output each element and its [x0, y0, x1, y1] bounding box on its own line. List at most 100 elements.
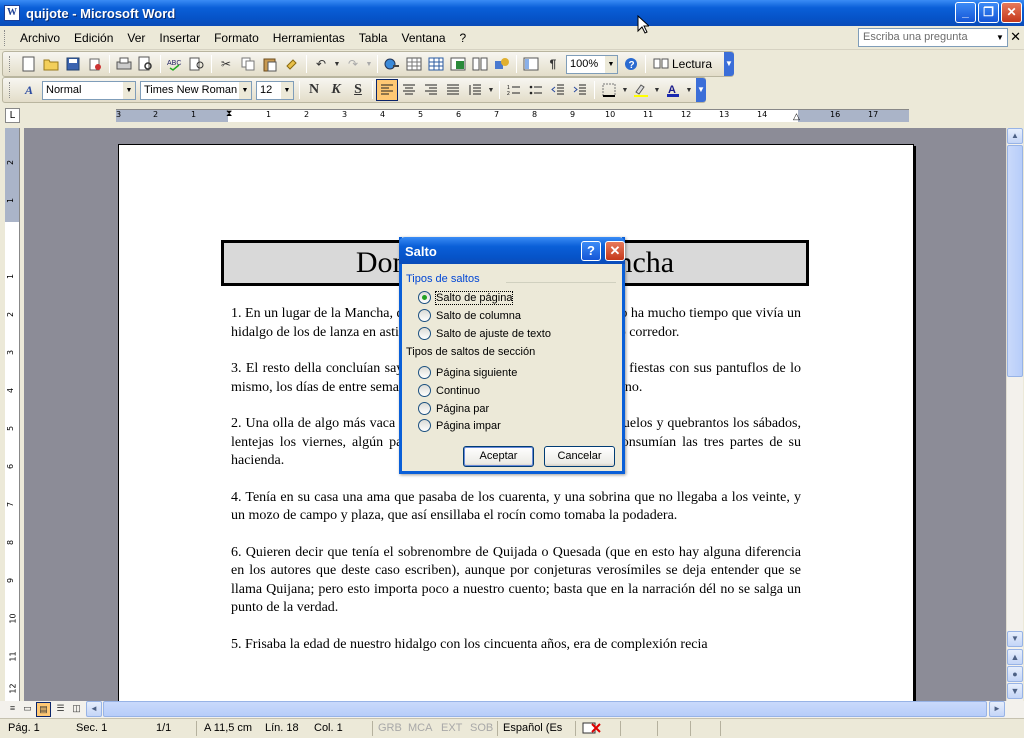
ok-button[interactable]: Aceptar	[463, 446, 534, 467]
radio-text-wrap-break-circle[interactable]	[418, 327, 431, 340]
paragraph-5[interactable]: 5. Frisaba la edad de nuestro hidalgo co…	[231, 636, 801, 655]
outline-view-icon[interactable]: ☰	[53, 702, 68, 717]
toolbar-grip[interactable]	[9, 82, 12, 98]
scroll-left-icon[interactable]: ◄	[86, 701, 102, 717]
close-document-button[interactable]: ✕	[1010, 29, 1021, 45]
save-icon[interactable]	[62, 53, 84, 75]
first-line-indent-marker[interactable]: ⧗	[226, 108, 232, 119]
insert-excel-icon[interactable]	[447, 53, 469, 75]
status-extend[interactable]: EXT	[441, 722, 462, 734]
show-hide-icon[interactable]: ¶	[542, 53, 564, 75]
maximize-button[interactable]: ❐	[978, 2, 999, 23]
zoom-dropdown-icon[interactable]: ▼	[605, 55, 617, 73]
ask-question-input[interactable]: Escriba una pregunta ▼	[858, 28, 1008, 47]
reading-view-icon[interactable]: ◫	[69, 702, 84, 717]
menu-tabla[interactable]: Tabla	[352, 29, 395, 47]
menu-ventana[interactable]: Ventana	[394, 29, 452, 47]
open-folder-icon[interactable]	[40, 53, 62, 75]
insert-table-icon[interactable]	[425, 53, 447, 75]
minimize-button[interactable]: _	[955, 2, 976, 23]
radio-even-page[interactable]: Página par	[418, 402, 489, 415]
menu-grip[interactable]	[4, 29, 7, 46]
underline-button[interactable]: S	[347, 79, 369, 101]
dialog-close-button[interactable]: ✕	[605, 241, 625, 261]
insert-hyperlink-icon[interactable]	[381, 53, 403, 75]
dialog-help-button[interactable]: ?	[581, 241, 601, 261]
status-language[interactable]: Español (Es	[503, 722, 562, 734]
radio-next-page-circle[interactable]	[418, 366, 431, 379]
horizontal-ruler[interactable]: 3 2 1 1 2 3 4 5 6 7 8 9 10 11 12 13 14 1…	[116, 108, 909, 122]
increase-indent-icon[interactable]	[569, 79, 591, 101]
font-dropdown-icon[interactable]: ▼	[239, 81, 251, 99]
numbering-icon[interactable]: 12	[503, 79, 525, 101]
redo-icon[interactable]: ↷	[342, 53, 364, 75]
radio-even-page-circle[interactable]	[418, 402, 431, 415]
menu-formato[interactable]: Formato	[207, 29, 266, 47]
zoom-select[interactable]: 100% ▼	[566, 54, 618, 74]
radio-continuous[interactable]: Continuo	[418, 384, 480, 397]
cut-icon[interactable]: ✂	[215, 53, 237, 75]
highlight-dropdown-icon[interactable]: ▼	[652, 79, 662, 101]
align-center-icon[interactable]	[398, 79, 420, 101]
radio-odd-page-circle[interactable]	[418, 419, 431, 432]
decrease-indent-icon[interactable]	[547, 79, 569, 101]
print-preview-icon[interactable]	[135, 53, 157, 75]
font-color-icon[interactable]: A	[662, 79, 684, 101]
paragraph-4[interactable]: 4. Tenía en su casa una ama que pasaba d…	[231, 489, 801, 526]
spelling-status-icon[interactable]	[582, 721, 602, 738]
justify-icon[interactable]	[442, 79, 464, 101]
radio-column-break-circle[interactable]	[418, 309, 431, 322]
scroll-down-icon[interactable]: ▼	[1007, 631, 1023, 647]
tables-borders-icon[interactable]	[403, 53, 425, 75]
undo-dropdown-icon[interactable]: ▼	[332, 53, 342, 75]
new-document-icon[interactable]	[18, 53, 40, 75]
format-painter-icon[interactable]	[281, 53, 303, 75]
cancel-button[interactable]: Cancelar	[544, 446, 615, 467]
dialog-title-bar[interactable]: Salto ? ✕	[399, 237, 625, 264]
right-indent-marker[interactable]: △	[793, 111, 800, 122]
normal-view-icon[interactable]: ≡	[5, 702, 20, 717]
status-overtype[interactable]: SOB	[470, 722, 493, 734]
styles-formatting-icon[interactable]: A	[18, 79, 40, 101]
italic-button[interactable]: K	[325, 79, 347, 101]
line-spacing-icon[interactable]	[464, 79, 486, 101]
previous-page-icon[interactable]: ▲	[1007, 649, 1023, 665]
style-dropdown-icon[interactable]: ▼	[123, 81, 135, 99]
borders-dropdown-icon[interactable]: ▼	[620, 79, 630, 101]
help-icon[interactable]: ?	[620, 53, 642, 75]
toolbar-options-icon[interactable]: ▼	[724, 52, 734, 76]
toolbar-options-icon[interactable]: ▼	[696, 78, 706, 102]
style-select[interactable]: Normal ▼	[42, 80, 136, 100]
font-size-dropdown-icon[interactable]: ▼	[281, 81, 293, 99]
paste-icon[interactable]	[259, 53, 281, 75]
redo-dropdown-icon[interactable]: ▼	[364, 53, 374, 75]
print-layout-icon[interactable]: ▤	[36, 702, 51, 717]
web-layout-icon[interactable]: ▭	[20, 702, 35, 717]
vertical-scroll-thumb[interactable]	[1007, 145, 1023, 377]
vertical-ruler[interactable]: 2 1 1 2 3 4 5 6 7 8 9 10 11 12	[5, 128, 20, 701]
next-page-icon[interactable]: ▼	[1007, 683, 1023, 699]
font-select[interactable]: Times New Roman ▼	[140, 80, 252, 100]
menu-edicion[interactable]: Edición	[67, 29, 120, 47]
menu-archivo[interactable]: Archivo	[13, 29, 67, 47]
columns-icon[interactable]	[469, 53, 491, 75]
status-track-changes[interactable]: MCA	[408, 722, 432, 734]
radio-page-break[interactable]: Salto de página	[418, 290, 514, 305]
scroll-up-icon[interactable]: ▲	[1007, 128, 1023, 144]
status-macro-record[interactable]: GRB	[378, 722, 402, 734]
scroll-right-icon[interactable]: ►	[989, 701, 1005, 717]
vertical-scrollbar[interactable]: ▲ ▼ ▲ ● ▼	[1006, 128, 1023, 701]
drawing-icon[interactable]	[491, 53, 513, 75]
toolbar-grip[interactable]	[9, 56, 12, 72]
document-map-icon[interactable]	[520, 53, 542, 75]
paragraph-6[interactable]: 6. Quieren decir que tenía el sobrenombr…	[231, 544, 801, 618]
ask-dropdown-icon[interactable]: ▼	[993, 29, 1007, 46]
reading-layout-button[interactable]: Lectura	[649, 57, 716, 72]
align-left-icon[interactable]	[376, 79, 398, 101]
menu-insertar[interactable]: Insertar	[152, 29, 207, 47]
radio-page-break-circle[interactable]	[418, 291, 431, 304]
radio-column-break[interactable]: Salto de columna	[418, 309, 521, 322]
close-button[interactable]: ✕	[1001, 2, 1022, 23]
borders-icon[interactable]	[598, 79, 620, 101]
undo-icon[interactable]: ↶	[310, 53, 332, 75]
